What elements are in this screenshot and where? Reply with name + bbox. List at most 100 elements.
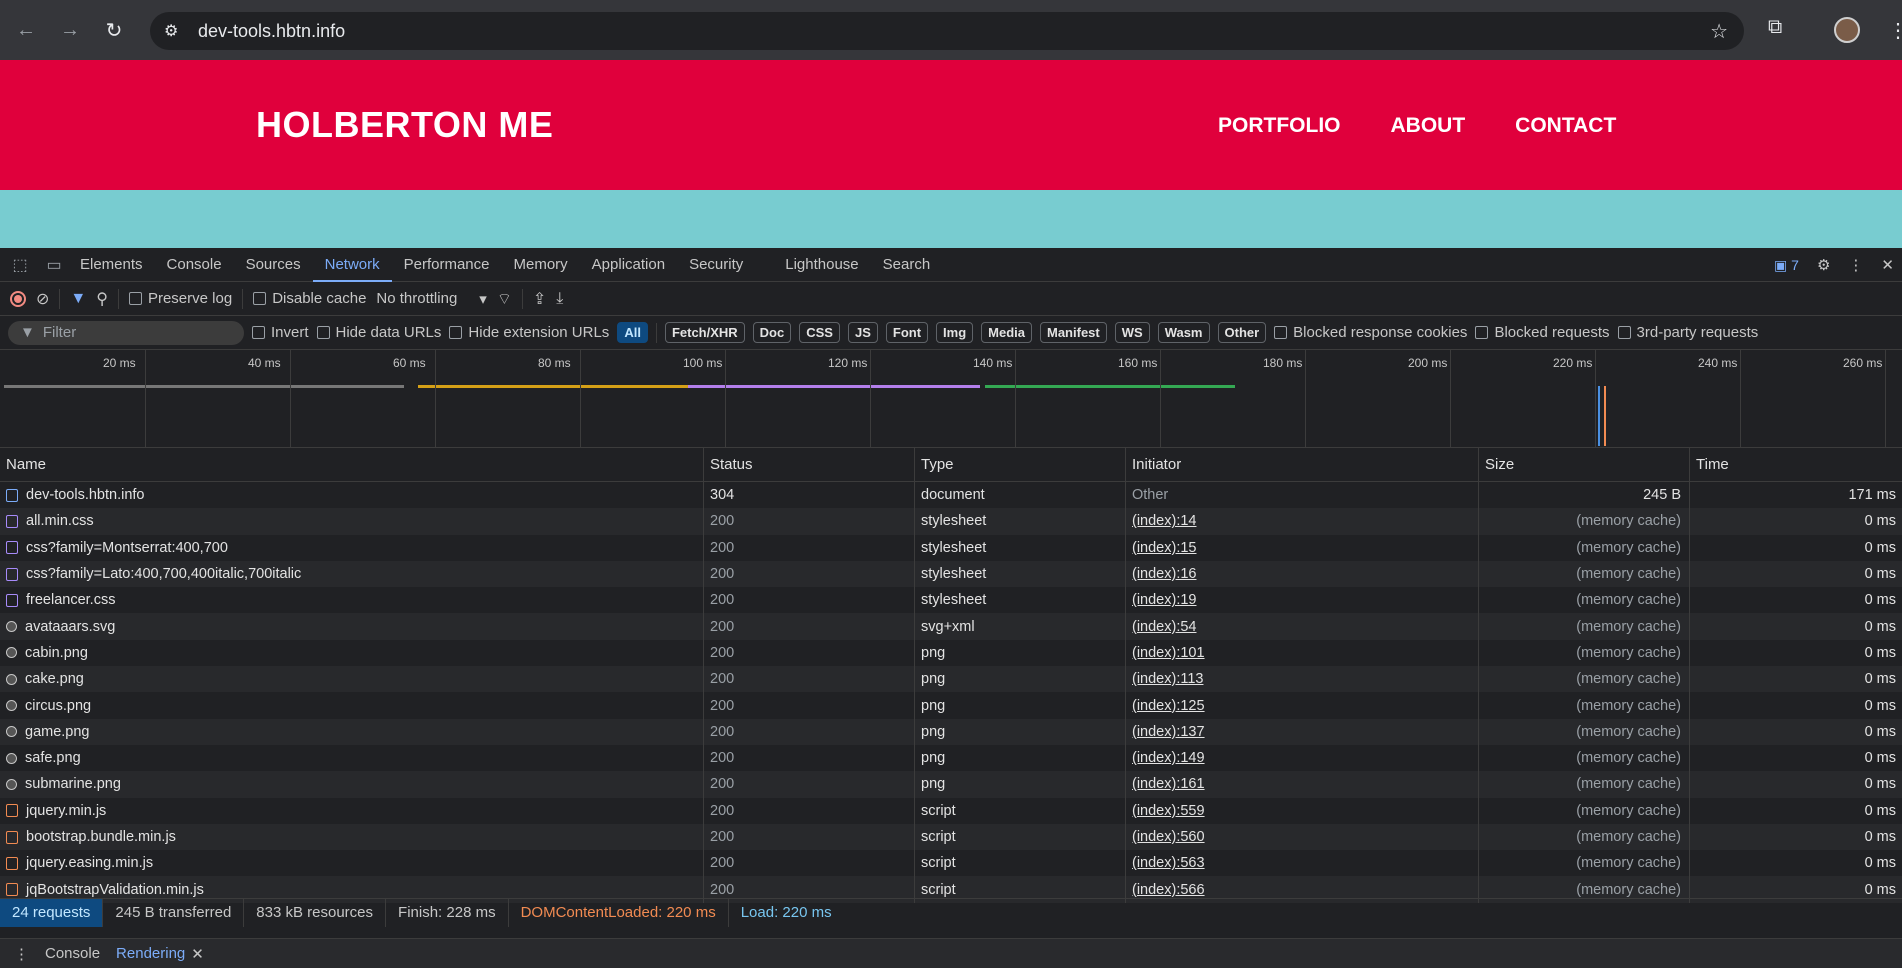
cell-name[interactable]: all.min.css — [0, 508, 704, 535]
initiator-link[interactable]: (index):15 — [1132, 540, 1196, 556]
initiator-link[interactable]: (index):161 — [1132, 776, 1205, 792]
table-row[interactable]: game.png 200 png (index):137 (memory cache) 0… — [0, 718, 1902, 745]
filter-type-manifest[interactable]: Manifest — [1040, 322, 1107, 343]
filter-type-css[interactable]: CSS — [799, 322, 840, 343]
drawer-tab-console[interactable]: Console — [45, 945, 100, 962]
nav-portfolio[interactable]: PORTFOLIO — [1218, 114, 1341, 138]
filter-icon[interactable]: ▼ — [70, 290, 86, 308]
initiator-link[interactable]: (index):14 — [1132, 513, 1196, 529]
settings-gear-icon[interactable]: ⚙ — [1817, 256, 1830, 274]
bookmark-star-icon[interactable]: ☆ — [1710, 19, 1728, 44]
table-row[interactable]: jquery.easing.min.js 200 script (index):563… — [0, 850, 1902, 877]
cell-name[interactable]: cabin.png — [0, 639, 704, 667]
tab-memory[interactable]: Memory — [502, 248, 580, 282]
close-devtools-icon[interactable]: ✕ — [1881, 256, 1894, 274]
initiator-link[interactable]: (index):125 — [1132, 698, 1205, 714]
filter-type-js[interactable]: JS — [847, 322, 878, 343]
cell-name[interactable]: bootstrap.bundle.min.js — [0, 823, 704, 851]
tab-network[interactable]: Network — [312, 248, 392, 282]
record-stop-icon[interactable] — [10, 290, 26, 307]
table-row[interactable]: jquery.min.js 200 script (index):559 (memory… — [0, 797, 1902, 824]
forward-icon[interactable]: → — [52, 12, 88, 48]
cell-name[interactable]: freelancer.css — [0, 587, 704, 614]
initiator-link[interactable]: (index):559 — [1132, 803, 1205, 819]
initiator-link[interactable]: (index):113 — [1132, 671, 1203, 687]
initiator-link[interactable]: (index):560 — [1132, 829, 1205, 845]
filter-type-other[interactable]: Other — [1217, 322, 1267, 343]
issues-counter[interactable]: ▣ 7 — [1774, 257, 1799, 274]
filter-type-img[interactable]: Img — [936, 322, 974, 343]
initiator-link[interactable]: (index):16 — [1132, 566, 1196, 582]
cell-name[interactable]: css?family=Montserrat:400,700 — [0, 534, 704, 561]
checkbox-box[interactable] — [252, 326, 265, 339]
col-name[interactable]: Name — [0, 448, 704, 481]
filter-type-all[interactable]: All — [617, 322, 648, 343]
browser-menu-icon[interactable]: ⋮ — [1888, 18, 1902, 43]
tab-application[interactable]: Application — [580, 248, 677, 282]
back-icon[interactable]: ← — [8, 12, 44, 48]
table-row[interactable]: freelancer.css 200 stylesheet (index):19 (me… — [0, 587, 1902, 614]
initiator-link[interactable]: (index):149 — [1132, 750, 1205, 766]
invert-checkbox[interactable]: Invert — [252, 324, 309, 341]
blocked-requests-checkbox[interactable]: Blocked requests — [1475, 324, 1610, 341]
nav-contact[interactable]: CONTACT — [1515, 114, 1616, 138]
col-initiator[interactable]: Initiator — [1126, 448, 1479, 481]
table-row[interactable]: all.min.css 200 stylesheet (index):14 (memor… — [0, 508, 1902, 535]
tab-lighthouse[interactable]: Lighthouse — [773, 248, 870, 282]
cell-name[interactable]: safe.png — [0, 744, 704, 772]
checkbox-box[interactable] — [316, 326, 330, 339]
hide-extension-urls-checkbox[interactable]: Hide extension URLs — [449, 324, 609, 341]
cell-name[interactable]: cake.png — [0, 666, 704, 693]
table-row[interactable]: cabin.png 200 png (index):101 (memory cache)… — [0, 639, 1902, 667]
export-har-icon[interactable]: ⤓ — [556, 290, 563, 308]
checkbox-box[interactable] — [449, 326, 463, 339]
network-conditions-icon[interactable]: ⌔ — [497, 289, 512, 309]
col-size[interactable]: Size — [1479, 448, 1690, 481]
filter-type-fetch[interactable]: Fetch/XHR — [664, 322, 745, 343]
blocked-cookies-checkbox[interactable]: Blocked response cookies — [1274, 324, 1467, 341]
table-row[interactable]: cake.png 200 png (index):113 (memory cache) 0… — [0, 666, 1902, 693]
close-drawer-tab-icon[interactable]: ✕ — [191, 945, 204, 963]
cell-name[interactable]: game.png — [0, 718, 704, 745]
tab-elements[interactable]: Elements — [68, 248, 155, 282]
initiator-link[interactable]: (index):54 — [1132, 619, 1196, 635]
table-row[interactable]: safe.png 200 png (index):149 (memory cache) 0… — [0, 744, 1902, 772]
import-har-icon[interactable]: ⇪ — [533, 289, 546, 309]
table-row[interactable]: bootstrap.bundle.min.js 200 script (index):… — [0, 823, 1902, 851]
devtools-menu-icon[interactable]: ⋮ — [1848, 256, 1863, 274]
tab-security[interactable]: Security — [677, 248, 755, 282]
cell-name[interactable]: jquery.easing.min.js — [0, 850, 704, 877]
reload-icon[interactable]: ↻ — [96, 12, 132, 48]
filter-type-wasm[interactable]: Wasm — [1157, 322, 1210, 343]
initiator-link[interactable]: (index):563 — [1132, 855, 1205, 871]
third-party-checkbox[interactable]: 3rd-party requests — [1617, 324, 1758, 341]
table-row[interactable]: css?family=Montserrat:400,700 200 styleshe… — [0, 534, 1902, 561]
initiator-link[interactable]: (index):566 — [1132, 882, 1205, 898]
table-row[interactable]: circus.png 200 png (index):125 (memory cache… — [0, 692, 1902, 719]
cell-name[interactable]: avataaars.svg — [0, 613, 704, 640]
cell-name[interactable]: submarine.png — [0, 771, 704, 798]
filter-type-font[interactable]: Font — [885, 322, 929, 343]
table-row[interactable]: avataaars.svg 200 svg+xml (index):54 (memory… — [0, 613, 1902, 640]
cell-name[interactable]: dev-tools.hbtn.info — [0, 482, 704, 509]
tab-search[interactable]: Search — [871, 248, 943, 282]
filter-input[interactable]: ▼ Filter — [8, 320, 244, 345]
tab-sources[interactable]: Sources — [234, 248, 313, 282]
inspect-element-icon[interactable]: ⬚ — [6, 255, 34, 275]
cell-name[interactable]: circus.png — [0, 692, 704, 719]
cell-name[interactable]: css?family=Lato:400,700,400italic,700ita… — [0, 560, 704, 588]
checkbox-box[interactable] — [1274, 326, 1288, 339]
initiator-link[interactable]: (index):19 — [1132, 592, 1196, 608]
col-status[interactable]: Status — [704, 448, 915, 481]
filter-type-doc[interactable]: Doc — [752, 322, 792, 343]
drawer-menu-icon[interactable]: ⋮ — [14, 945, 29, 963]
col-type[interactable]: Type — [915, 448, 1126, 481]
hide-data-urls-checkbox[interactable]: Hide data URLs — [316, 324, 441, 341]
tab-console[interactable]: Console — [155, 248, 234, 282]
address-bar[interactable]: ⚙ dev-tools.hbtn.info ☆ — [150, 12, 1744, 50]
table-row[interactable]: css?family=Lato:400,700,400italic,700ita… — [0, 560, 1902, 588]
initiator-link[interactable]: (index):137 — [1132, 724, 1205, 740]
checkbox-box[interactable] — [128, 292, 142, 305]
site-title[interactable]: HOLBERTON ME — [256, 104, 553, 146]
filter-type-ws[interactable]: WS — [1114, 322, 1150, 343]
